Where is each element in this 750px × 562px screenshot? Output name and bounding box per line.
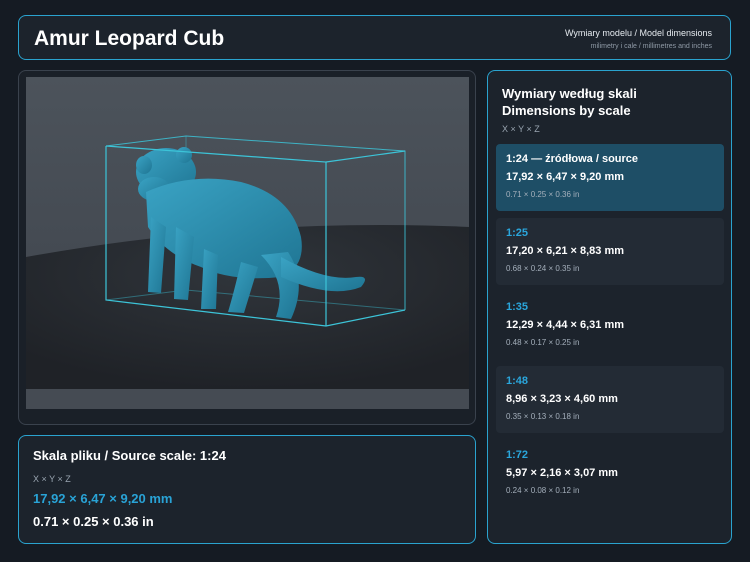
header-panel: Amur Leopard Cub Wymiary modelu / Model …	[18, 15, 731, 60]
scale-mm-value: 17,20 × 6,21 × 8,83 mm	[506, 245, 625, 257]
source-axes-label: X × Y × Z	[33, 474, 71, 484]
scale-inch-value: 0.48 × 0.17 × 0.25 in	[506, 338, 580, 347]
scales-heading-pl: Wymiary według skali	[502, 86, 637, 101]
scales-heading-en: Dimensions by scale	[502, 103, 631, 118]
scale-mm-value: 5,97 × 2,16 × 3,07 mm	[506, 467, 618, 479]
floor-strip	[26, 389, 469, 409]
scale-inch-value: 0.35 × 0.13 × 0.18 in	[506, 412, 580, 421]
scale-inch-value: 0.68 × 0.24 × 0.35 in	[506, 264, 580, 273]
render-canvas	[26, 77, 469, 409]
scale-row-1-24[interactable]: 1:24 — źródłowa / source 17,92 × 6,47 × …	[496, 144, 724, 211]
scale-label: 1:25	[506, 227, 529, 239]
scale-mm-value: 8,96 × 3,23 × 4,60 mm	[506, 393, 618, 405]
source-scale-card: Skala pliku / Source scale: 1:24 X × Y ×…	[18, 435, 476, 544]
scales-axes-label: X × Y × Z	[502, 124, 540, 134]
scale-inch-value: 0.24 × 0.08 × 0.12 in	[506, 486, 580, 495]
source-scale-heading: Skala pliku / Source scale: 1:24	[33, 448, 226, 463]
scale-mm-value: 17,92 × 6,47 × 9,20 mm	[506, 171, 625, 183]
model-title: Amur Leopard Cub	[34, 27, 225, 50]
scale-label: 1:48	[506, 375, 529, 387]
scale-label: 1:72	[506, 449, 529, 461]
scale-row-1-35[interactable]: 1:35 12,29 × 4,44 × 6,31 mm 0.48 × 0.17 …	[496, 292, 724, 359]
scale-row-1-48[interactable]: 1:48 8,96 × 3,23 × 4,60 mm 0.35 × 0.13 ×…	[496, 366, 724, 433]
source-inch-value: 0.71 × 0.25 × 0.36 in	[33, 514, 154, 529]
scale-row-1-72[interactable]: 1:72 5,97 × 2,16 × 3,07 mm 0.24 × 0.08 ×…	[496, 440, 724, 507]
scale-label: 1:35	[506, 301, 529, 313]
source-mm-value: 17,92 × 6,47 × 9,20 mm	[33, 491, 173, 506]
scales-panel: Wymiary według skali Dimensions by scale…	[487, 70, 732, 544]
scale-row-1-25[interactable]: 1:25 17,20 × 6,21 × 8,83 mm 0.68 × 0.24 …	[496, 218, 724, 285]
model-viewport[interactable]	[18, 70, 476, 425]
scale-label: 1:24 — źródłowa / source	[506, 153, 639, 165]
header-caption: milimetry i cale / millimetres and inche…	[590, 43, 712, 50]
scale-inch-value: 0.71 × 0.25 × 0.36 in	[506, 190, 580, 199]
scale-mm-value: 12,29 × 4,44 × 6,31 mm	[506, 319, 625, 331]
header-subtitle: Wymiary modelu / Model dimensions	[565, 28, 712, 38]
scales-heading: Wymiary według skali Dimensions by scale	[502, 85, 637, 119]
